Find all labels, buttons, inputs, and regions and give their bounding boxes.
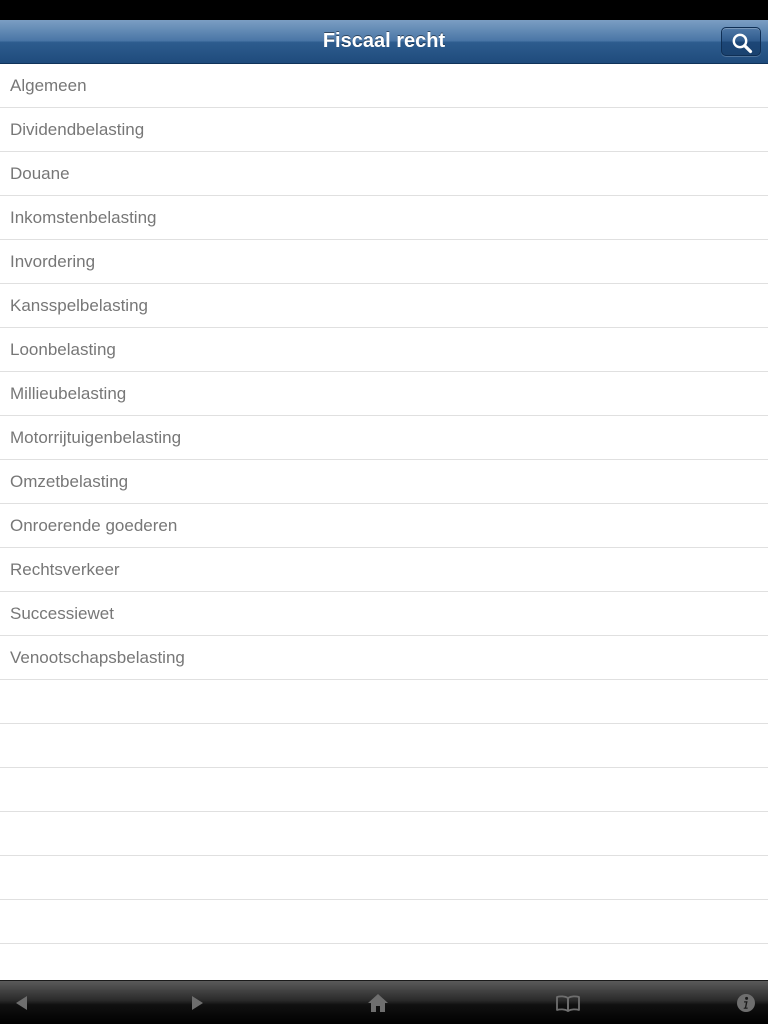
- empty-list-row: [0, 812, 768, 856]
- empty-list-row: [0, 680, 768, 724]
- list-item[interactable]: Omzetbelasting: [0, 460, 768, 504]
- back-button[interactable]: [0, 981, 44, 1025]
- empty-list-row: [0, 856, 768, 900]
- search-button[interactable]: [721, 27, 761, 56]
- empty-list-row: [0, 724, 768, 768]
- list-item[interactable]: Douane: [0, 152, 768, 196]
- bookmarks-button[interactable]: [546, 981, 590, 1025]
- list-item[interactable]: Successiewet: [0, 592, 768, 636]
- bottom-toolbar: [0, 980, 768, 1024]
- search-icon: [732, 33, 753, 54]
- empty-list-row: [0, 768, 768, 812]
- list-item[interactable]: Rechtsverkeer: [0, 548, 768, 592]
- empty-list-row: [0, 944, 768, 980]
- list-item[interactable]: Millieubelasting: [0, 372, 768, 416]
- home-button[interactable]: [356, 981, 400, 1025]
- list-item[interactable]: Venootschapsbelasting: [0, 636, 768, 680]
- topic-list: Algemeen Dividendbelasting Douane Inkomsten…: [0, 64, 768, 980]
- info-button[interactable]: [724, 981, 768, 1025]
- navigation-bar: Fiscaal recht: [0, 20, 768, 64]
- forward-icon: [192, 996, 203, 1010]
- list-item[interactable]: Algemeen: [0, 64, 768, 108]
- back-icon: [16, 996, 27, 1010]
- list-item[interactable]: Inkomstenbelasting: [0, 196, 768, 240]
- list-item[interactable]: Invordering: [0, 240, 768, 284]
- list-item[interactable]: Onroerende goederen: [0, 504, 768, 548]
- forward-button[interactable]: [175, 981, 219, 1025]
- empty-list-row: [0, 900, 768, 944]
- page-title: Fiscaal recht: [322, 30, 446, 52]
- list-item[interactable]: Kansspelbelasting: [0, 284, 768, 328]
- info-icon: [737, 994, 755, 1012]
- book-icon: [556, 995, 580, 1012]
- home-icon: [368, 994, 388, 1012]
- status-bar: [0, 0, 768, 20]
- list-item[interactable]: Loonbelasting: [0, 328, 768, 372]
- list-item[interactable]: Dividendbelasting: [0, 108, 768, 152]
- list-item[interactable]: Motorrijtuigenbelasting: [0, 416, 768, 460]
